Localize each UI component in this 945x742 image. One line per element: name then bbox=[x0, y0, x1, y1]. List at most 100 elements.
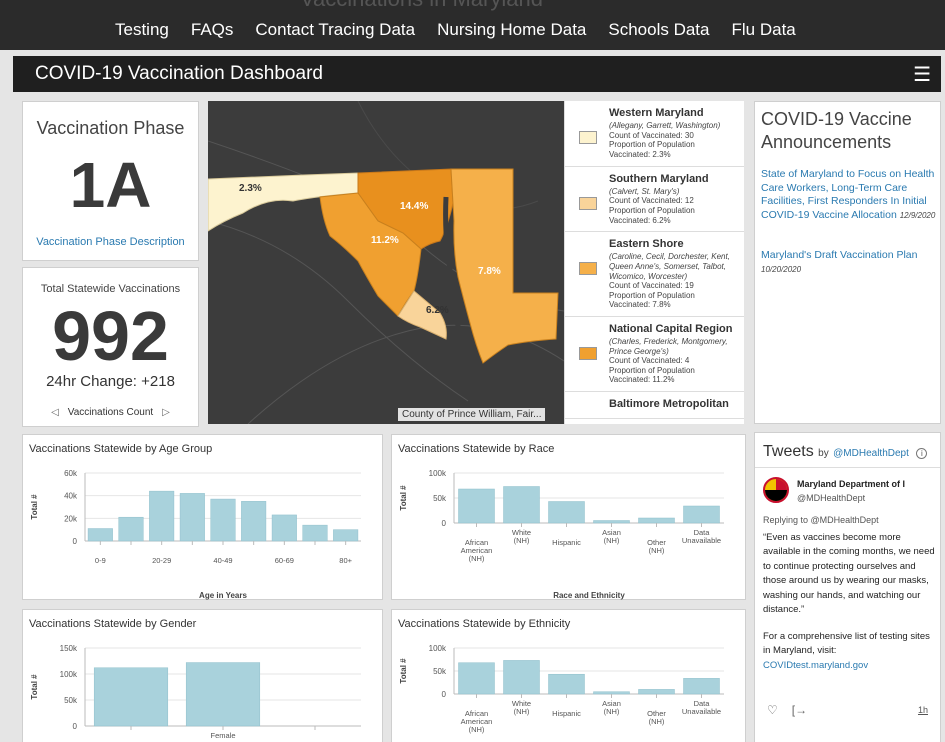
avatar[interactable] bbox=[763, 477, 789, 503]
bar bbox=[638, 689, 675, 695]
bar bbox=[149, 490, 175, 542]
nav-link-faqs[interactable]: FAQs bbox=[191, 20, 234, 40]
y-tick-label: 0 bbox=[73, 722, 78, 731]
tweet-link[interactable]: COVIDtest.maryland.gov bbox=[763, 659, 938, 673]
y-axis-label: Total # bbox=[30, 494, 39, 520]
legend-count: Count of Vaccinated: 19 bbox=[609, 281, 694, 291]
bar bbox=[93, 667, 169, 727]
heart-icon[interactable]: ♡ bbox=[767, 703, 778, 717]
legend-counties: (Charles, Frederick, Montgomery, Prince … bbox=[609, 337, 728, 356]
tweets-by: by bbox=[818, 448, 829, 459]
bar bbox=[179, 493, 205, 542]
x-tick-label: (NH) bbox=[469, 554, 485, 563]
y-tick-label: 0 bbox=[442, 519, 447, 528]
x-tick-label: Unavailable bbox=[682, 707, 721, 716]
legend-name: Eastern Shore bbox=[609, 238, 684, 251]
age-chart-panel: Vaccinations Statewide by Age Group Tota… bbox=[22, 434, 383, 600]
nav-link-contact-tracing[interactable]: Contact Tracing Data bbox=[255, 20, 415, 40]
legend-proportion: Proportion of Population bbox=[609, 290, 695, 300]
phase-value: 1A bbox=[69, 149, 152, 221]
bar bbox=[271, 514, 297, 542]
nav-link-nursing-home[interactable]: Nursing Home Data bbox=[437, 20, 586, 40]
x-tick-label: 80+ bbox=[339, 556, 352, 565]
legend-item[interactable]: National Capital Region (Charles, Freder… bbox=[565, 317, 744, 393]
tweet-text-2: For a comprehensive list of testing site… bbox=[763, 630, 930, 657]
legend-item[interactable]: Southern Maryland (Calvert, St. Mary's) … bbox=[565, 167, 744, 233]
age-chart: Total # 0 20k 40k 60k 0-9 20-29 40-49 60-69 80+ Ag… bbox=[30, 469, 361, 600]
bar bbox=[638, 517, 675, 524]
chevron-right-icon[interactable]: ▷ bbox=[156, 407, 176, 418]
vaccination-map[interactable]: 2.3% 14.4% 11.2% 7.8% 6.2% County of Pri… bbox=[208, 101, 564, 424]
divider bbox=[755, 467, 940, 468]
x-tick-label: (NH) bbox=[649, 717, 665, 726]
y-tick-label: 60k bbox=[64, 469, 78, 478]
map-label-western: 2.3% bbox=[239, 183, 262, 194]
announcements-panel: COVID-19 Vaccine Announcements State of … bbox=[754, 101, 941, 424]
nav-link-flu[interactable]: Flu Data bbox=[732, 20, 796, 40]
x-tick-label: Hispanic bbox=[552, 538, 581, 547]
legend-item[interactable]: Western Maryland (Allegany, Garrett, Was… bbox=[565, 101, 744, 167]
y-tick-label: 0 bbox=[73, 537, 78, 546]
share-icon[interactable]: [→ bbox=[792, 703, 807, 717]
announcement-link[interactable]: State of Maryland to Focus on Health Car… bbox=[761, 168, 939, 223]
hamburger-icon[interactable]: ☰ bbox=[913, 62, 931, 87]
nav-link-testing[interactable]: Testing bbox=[115, 20, 169, 40]
legend-swatch bbox=[579, 131, 597, 144]
x-tick-label: Hispanic bbox=[552, 709, 581, 718]
gender-chart: Total #050k100k150kMaleFemaleDataUnavail… bbox=[30, 644, 361, 742]
race-chart-panel: Vaccinations Statewide by Race Total # 0 5… bbox=[391, 434, 746, 600]
y-tick-label: 0 bbox=[442, 690, 447, 699]
legend-count: Count of Vaccinated: 12 bbox=[609, 196, 694, 206]
map-attribution: County of Prince William, Fair... bbox=[398, 408, 546, 421]
region-eastern-shore bbox=[450, 168, 559, 364]
chart-title: Vaccinations Statewide by Gender bbox=[29, 618, 197, 630]
chevron-left-icon[interactable]: ◁ bbox=[45, 407, 65, 418]
tweets-title: Tweets bbox=[763, 443, 814, 460]
bar bbox=[503, 486, 540, 524]
tweet-actions: ♡ [→ bbox=[767, 703, 807, 717]
tweets-header: Tweets by @MDHealthDept i bbox=[763, 443, 928, 461]
legend-name: National Capital Region bbox=[609, 322, 733, 335]
bar bbox=[548, 673, 585, 695]
map-label-eastern: 7.8% bbox=[478, 266, 501, 277]
change-24hr: 24hr Change: +218 bbox=[46, 373, 175, 390]
legend-item[interactable]: Baltimore Metropolitan bbox=[565, 392, 744, 420]
bar bbox=[87, 528, 113, 542]
tweet-author[interactable]: Maryland Department of I bbox=[797, 479, 905, 489]
bar bbox=[683, 678, 720, 695]
bar bbox=[241, 501, 267, 542]
legend-swatch bbox=[579, 262, 597, 276]
y-tick-label: 100k bbox=[60, 670, 78, 679]
bar bbox=[548, 501, 585, 524]
x-tick-label: (NH) bbox=[469, 725, 485, 734]
top-nav: Vaccinations in Maryland Testing FAQs Co… bbox=[0, 0, 945, 50]
announcement-link[interactable]: Maryland's Draft Vaccination Plan 10/20/… bbox=[761, 249, 939, 276]
legend-item[interactable]: Eastern Shore (Caroline, Cecil, Dorchest… bbox=[565, 232, 744, 317]
tweet-timestamp[interactable]: 1h bbox=[918, 705, 928, 715]
y-tick-label: 100k bbox=[429, 469, 447, 478]
dashboard-title: COVID-19 Vaccination Dashboard bbox=[35, 63, 323, 84]
bar bbox=[593, 520, 630, 524]
x-tick-label: (NH) bbox=[604, 707, 620, 716]
x-tick-label: Female bbox=[210, 731, 235, 740]
info-icon[interactable]: i bbox=[916, 448, 928, 459]
pager-label: Vaccinations Count bbox=[67, 407, 154, 418]
y-axis-label: Total # bbox=[30, 674, 39, 700]
page-heading-ghost: Vaccinations in Maryland bbox=[300, 0, 543, 12]
legend-name: Western Maryland bbox=[609, 107, 704, 119]
announcement-date: 12/9/2020 bbox=[899, 210, 936, 220]
nav-link-schools[interactable]: Schools Data bbox=[608, 20, 709, 40]
race-chart: Total #050k100kAfricanAmerican(NH)White(… bbox=[399, 469, 724, 600]
y-tick-label: 50k bbox=[433, 494, 447, 503]
bar bbox=[683, 505, 720, 524]
indicator-pager: ◁ Vaccinations Count ▷ bbox=[23, 407, 198, 418]
bar bbox=[458, 662, 495, 695]
tweets-handle-link[interactable]: @MDHealthDept bbox=[833, 448, 909, 459]
tweet-author-handle[interactable]: @MDHealthDept bbox=[797, 493, 865, 503]
legend-proportion: Proportion of Population bbox=[609, 205, 695, 215]
legend-name: Southern Maryland bbox=[609, 172, 709, 185]
dashboard-header: COVID-19 Vaccination Dashboard ☰ bbox=[13, 56, 941, 92]
legend-vaccinated: Vaccinated: 6.2% bbox=[609, 215, 671, 225]
phase-description-link[interactable]: Vaccination Phase Description bbox=[23, 236, 198, 248]
x-tick-label: (NH) bbox=[514, 707, 530, 716]
